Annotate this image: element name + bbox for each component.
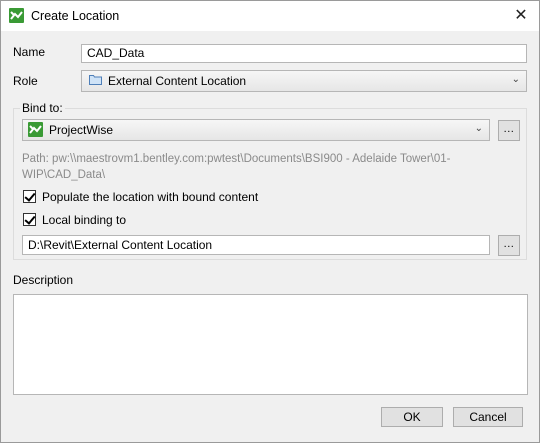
name-input[interactable]: CAD_Data (81, 44, 527, 63)
bind-dropdown[interactable]: ProjectWise ⌄ (22, 119, 490, 141)
description-textarea[interactable] (13, 294, 528, 395)
role-label: Role (13, 74, 38, 88)
chevron-down-icon: ⌄ (511, 74, 520, 85)
local-path-input[interactable]: D:\Revit\External Content Location (22, 235, 490, 255)
populate-label: Populate the location with bound content (42, 190, 259, 204)
projectwise-app-icon (9, 8, 24, 23)
chevron-down-icon: ⌄ (474, 123, 483, 134)
populate-checkbox[interactable] (23, 190, 36, 203)
local-binding-checkbox[interactable] (23, 213, 36, 226)
bind-value: ProjectWise (49, 123, 114, 137)
bind-to-label: Bind to: (20, 101, 65, 115)
close-icon: ✕ (514, 7, 528, 24)
close-button[interactable]: ✕ (503, 1, 539, 31)
bind-path-text: Path: pw:\\maestrovm1.bentley.com:pwtest… (22, 153, 451, 181)
projectwise-icon (28, 122, 43, 137)
local-binding-label: Local binding to (42, 213, 127, 227)
description-label: Description (13, 273, 74, 287)
bind-browse-button[interactable]: ... (498, 120, 520, 141)
window-title: Create Location (31, 9, 120, 23)
role-dropdown[interactable]: External Content Location ⌄ (81, 70, 527, 92)
title-bar: Create Location ✕ (1, 1, 539, 31)
ok-button[interactable]: OK (381, 407, 443, 427)
cancel-button[interactable]: Cancel (453, 407, 523, 427)
role-value: External Content Location (108, 74, 247, 88)
folder-icon (89, 74, 102, 85)
name-label: Name (13, 45, 46, 59)
create-location-dialog: Create Location ✕ Name CAD_Data Role Ext… (0, 0, 540, 443)
local-path-browse-button[interactable]: ... (498, 235, 520, 256)
